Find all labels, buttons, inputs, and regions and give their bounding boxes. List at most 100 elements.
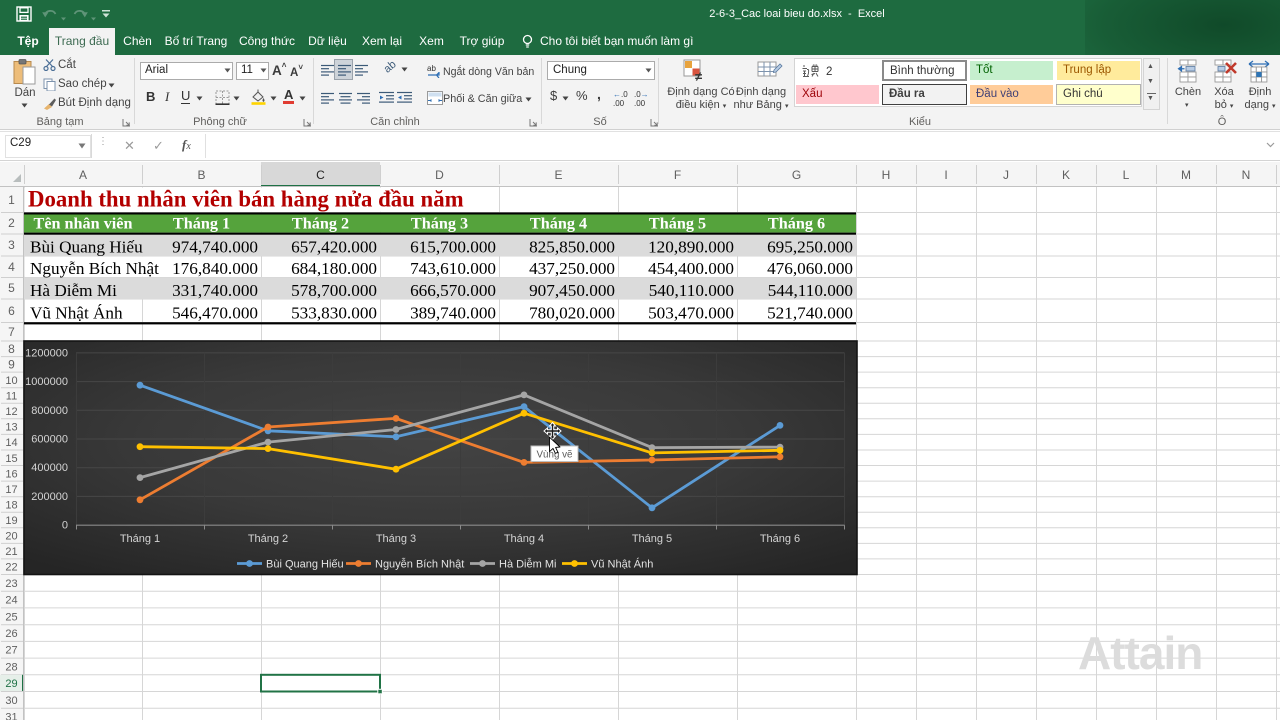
svg-text:Nguyễn Bích Nhật: Nguyễn Bích Nhật	[30, 259, 159, 278]
svg-text:Tháng 6: Tháng 6	[768, 214, 825, 232]
svg-text:Tháng 3: Tháng 3	[411, 214, 468, 232]
svg-text:533,830.000: 533,830.000	[291, 303, 377, 322]
svg-text:11: 11	[6, 391, 17, 403]
svg-text:Nguyễn Bích Nhật: Nguyễn Bích Nhật	[375, 558, 464, 571]
svg-text:Tháng 5: Tháng 5	[649, 214, 706, 232]
svg-text:120,890.000: 120,890.000	[648, 237, 734, 256]
svg-text:540,110.000: 540,110.000	[649, 281, 734, 300]
svg-text:Vũ Nhật Ánh: Vũ Nhật Ánh	[591, 558, 653, 571]
svg-text:974,740.000: 974,740.000	[172, 237, 258, 256]
svg-text:800000: 800000	[31, 405, 68, 417]
svg-text:17: 17	[5, 484, 17, 496]
svg-text:Tháng 5: Tháng 5	[632, 533, 672, 545]
svg-text:26: 26	[5, 628, 17, 640]
svg-text:476,060.000: 476,060.000	[767, 259, 853, 278]
svg-text:6: 6	[8, 304, 15, 318]
svg-text:2: 2	[8, 216, 15, 230]
svg-text:18: 18	[5, 499, 17, 511]
svg-text:331,740.000: 331,740.000	[172, 281, 258, 300]
svg-text:0: 0	[62, 520, 68, 532]
svg-text:J: J	[1003, 168, 1009, 182]
svg-text:29: 29	[5, 678, 17, 690]
svg-text:13: 13	[5, 422, 17, 434]
svg-text:2: 2	[826, 66, 832, 77]
svg-text:544,110.000: 544,110.000	[768, 281, 853, 300]
svg-text:657,420.000: 657,420.000	[291, 237, 377, 256]
svg-text:Hà Diễm Mi: Hà Diễm Mi	[30, 281, 117, 300]
svg-text:15: 15	[5, 453, 17, 465]
svg-text:546,470.000: 546,470.000	[172, 303, 258, 322]
svg-text:24: 24	[5, 595, 17, 607]
svg-text:389,740.000: 389,740.000	[410, 303, 496, 322]
svg-text:C: C	[316, 168, 325, 182]
svg-text:7: 7	[8, 325, 15, 339]
svg-text:176,840.000: 176,840.000	[172, 259, 258, 278]
svg-text:Tháng 4: Tháng 4	[504, 533, 544, 545]
svg-text:M: M	[1181, 168, 1191, 182]
svg-text:907,450.000: 907,450.000	[529, 281, 615, 300]
svg-text:684,180.000: 684,180.000	[291, 259, 377, 278]
svg-text:28: 28	[5, 662, 17, 674]
svg-text:5: 5	[8, 281, 15, 295]
svg-text:666,570.000: 666,570.000	[410, 281, 496, 300]
svg-text:10: 10	[5, 375, 17, 387]
svg-text:14: 14	[5, 437, 17, 449]
svg-text:615,700.000: 615,700.000	[410, 237, 496, 256]
svg-text:600000: 600000	[31, 434, 68, 446]
svg-text:521,740.000: 521,740.000	[767, 303, 853, 322]
svg-text:743,610.000: 743,610.000	[410, 259, 496, 278]
svg-text:ab: ab	[427, 64, 436, 73]
svg-text:Tháng 1: Tháng 1	[120, 533, 160, 545]
svg-text:H: H	[882, 168, 891, 182]
svg-text:E: E	[554, 168, 562, 182]
svg-text:503,470.000: 503,470.000	[648, 303, 734, 322]
svg-text:L: L	[1123, 168, 1130, 182]
svg-text:780,020.000: 780,020.000	[529, 303, 615, 322]
svg-text:437,250.000: 437,250.000	[529, 259, 615, 278]
svg-text:Tháng 1: Tháng 1	[173, 214, 230, 232]
svg-text:Hà Diễm Mi: Hà Diễm Mi	[499, 558, 556, 571]
svg-text:30: 30	[5, 695, 17, 707]
svg-text:400000: 400000	[31, 462, 68, 474]
svg-text:N: N	[1242, 168, 1251, 182]
svg-text:B: B	[197, 168, 205, 182]
svg-text:D: D	[435, 168, 444, 182]
svg-text:I: I	[944, 168, 947, 182]
svg-text:19: 19	[5, 515, 17, 527]
svg-text:Tháng 3: Tháng 3	[376, 533, 416, 545]
svg-text:K: K	[1062, 168, 1070, 182]
svg-text:200000: 200000	[31, 491, 68, 503]
svg-text:Tháng 2: Tháng 2	[292, 214, 349, 232]
svg-text:31: 31	[5, 712, 17, 720]
svg-text:695,250.000: 695,250.000	[767, 237, 853, 256]
svg-text:25: 25	[5, 611, 17, 623]
svg-text:22: 22	[5, 562, 17, 574]
svg-text:G: G	[792, 168, 801, 182]
svg-text:3: 3	[8, 238, 15, 252]
svg-text:578,700.000: 578,700.000	[291, 281, 377, 300]
svg-text:1200000: 1200000	[25, 347, 68, 359]
svg-text:Doanh thu nhân viên bán hàng n: Doanh thu nhân viên bán hàng nửa đầu năm	[28, 187, 464, 212]
svg-text:1: 1	[8, 193, 15, 207]
svg-text:Vũ Nhật Ánh: Vũ Nhật Ánh	[30, 303, 123, 322]
svg-text:Tên nhân viên: Tên nhân viên	[34, 214, 133, 232]
svg-text:20: 20	[5, 531, 17, 543]
svg-text:454,400.000: 454,400.000	[648, 259, 734, 278]
svg-text:Tháng 4: Tháng 4	[530, 214, 587, 232]
svg-text:4: 4	[8, 260, 15, 274]
svg-text:825,850.000: 825,850.000	[529, 237, 615, 256]
svg-text:12: 12	[5, 406, 17, 418]
svg-text:23: 23	[5, 578, 17, 590]
svg-text:Tháng 6: Tháng 6	[760, 533, 800, 545]
svg-text:Bùi Quang Hiếu: Bùi Quang Hiếu	[30, 237, 143, 256]
svg-text:Attain: Attain	[1078, 627, 1202, 679]
svg-text:16: 16	[5, 468, 17, 480]
svg-text:1000000: 1000000	[25, 376, 68, 388]
svg-text:27: 27	[5, 645, 17, 657]
svg-text:≠: ≠	[695, 69, 702, 83]
svg-text:F: F	[674, 168, 681, 182]
svg-text:9: 9	[8, 357, 15, 371]
svg-text:Tháng 2: Tháng 2	[248, 533, 288, 545]
svg-text:8: 8	[8, 342, 15, 356]
svg-text:Bùi Quang Hiếu: Bùi Quang Hiếu	[266, 559, 344, 571]
